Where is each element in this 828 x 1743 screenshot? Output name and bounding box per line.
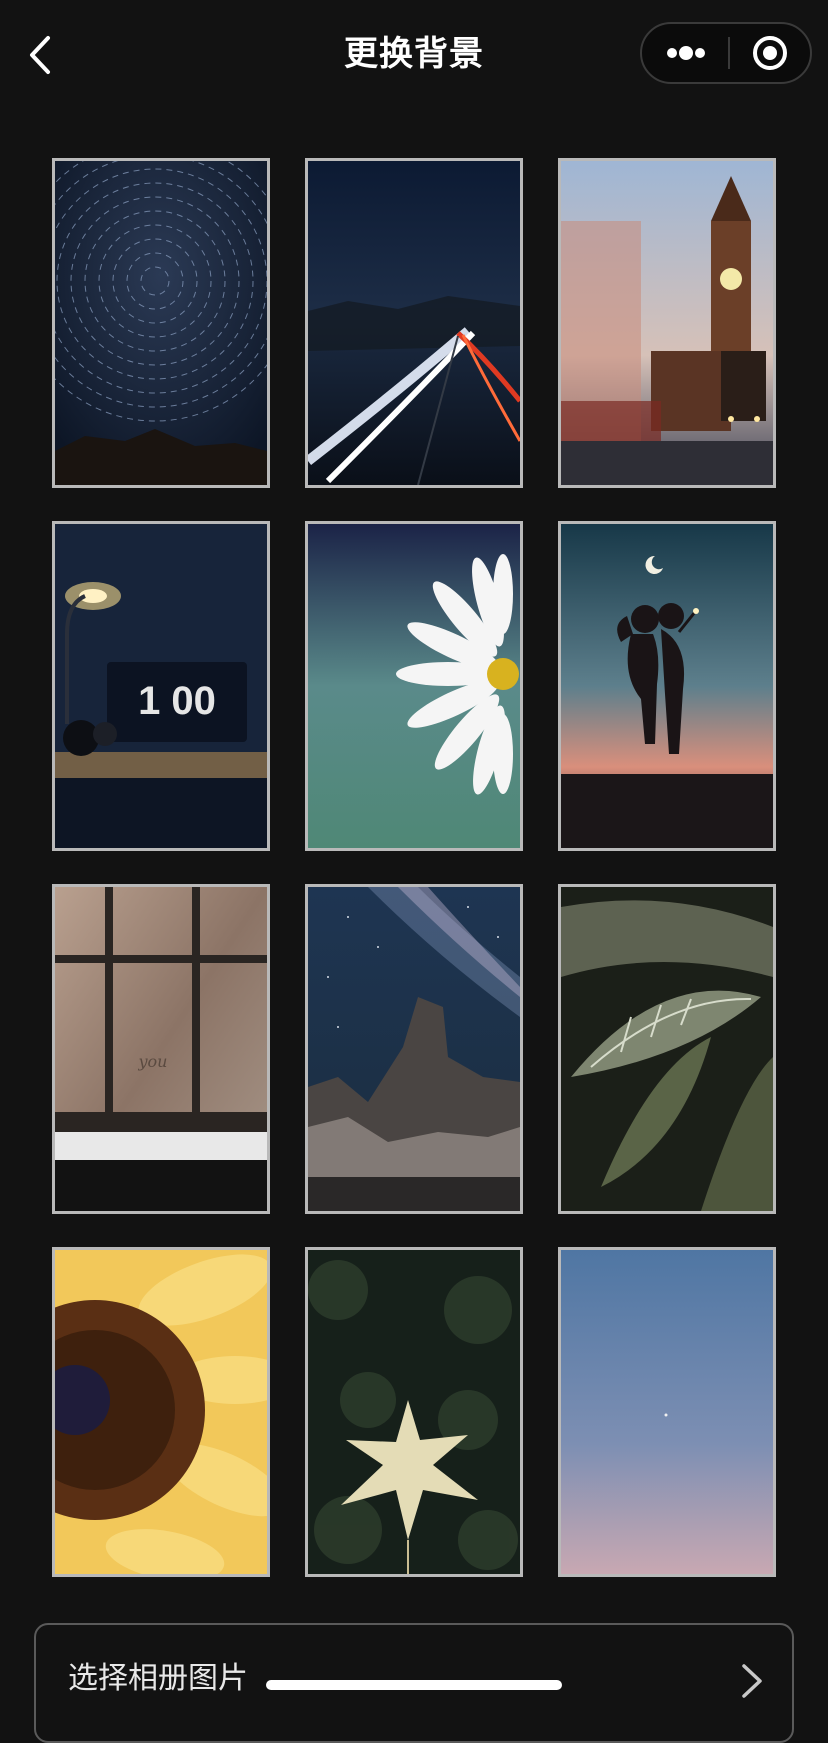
dusk-sky-image [561, 1250, 773, 1574]
background-option-dusk-sky[interactable] [558, 1247, 776, 1577]
target-close-icon [753, 36, 787, 70]
milky-way-mountain-image [308, 887, 520, 1211]
background-option-leaves[interactable] [558, 884, 776, 1214]
album-label: 选择相册图片 [68, 1661, 248, 1696]
big-ben-image [561, 161, 773, 485]
more-button[interactable] [642, 24, 728, 82]
background-option-desk-clock[interactable]: 1 00 [52, 521, 270, 851]
star-trails-image [55, 161, 267, 485]
top-bar: 更换背景 [0, 0, 828, 110]
background-option-couple-silhouette[interactable] [558, 521, 776, 851]
sunflower-image [55, 1250, 267, 1574]
background-option-highway-light-trails[interactable] [305, 158, 523, 488]
more-dots-icon [667, 46, 705, 60]
leaves-image [561, 887, 773, 1211]
background-option-sunflower[interactable] [52, 1247, 270, 1577]
chevron-right-icon [742, 1664, 762, 1698]
desk-clock-image: 1 00 [55, 524, 267, 848]
window-writing-text: you [138, 1052, 168, 1071]
background-option-frosted-window[interactable]: you [52, 884, 270, 1214]
home-indicator [266, 1680, 562, 1690]
couple-silhouette-image [561, 524, 773, 848]
background-option-star-trails[interactable] [52, 158, 270, 488]
background-option-milky-way-mountain[interactable] [305, 884, 523, 1214]
highway-image [308, 161, 520, 485]
mini-program-capsule [640, 22, 812, 84]
frosted-window-image: you [55, 887, 267, 1211]
close-button[interactable] [730, 24, 812, 82]
flip-clock-text: 1 00 [138, 679, 216, 723]
maple-leaf-image [308, 1250, 520, 1574]
background-option-big-ben[interactable] [558, 158, 776, 488]
background-option-maple-leaf[interactable] [305, 1247, 523, 1577]
background-option-daisy[interactable] [305, 521, 523, 851]
daisy-image [308, 524, 520, 848]
